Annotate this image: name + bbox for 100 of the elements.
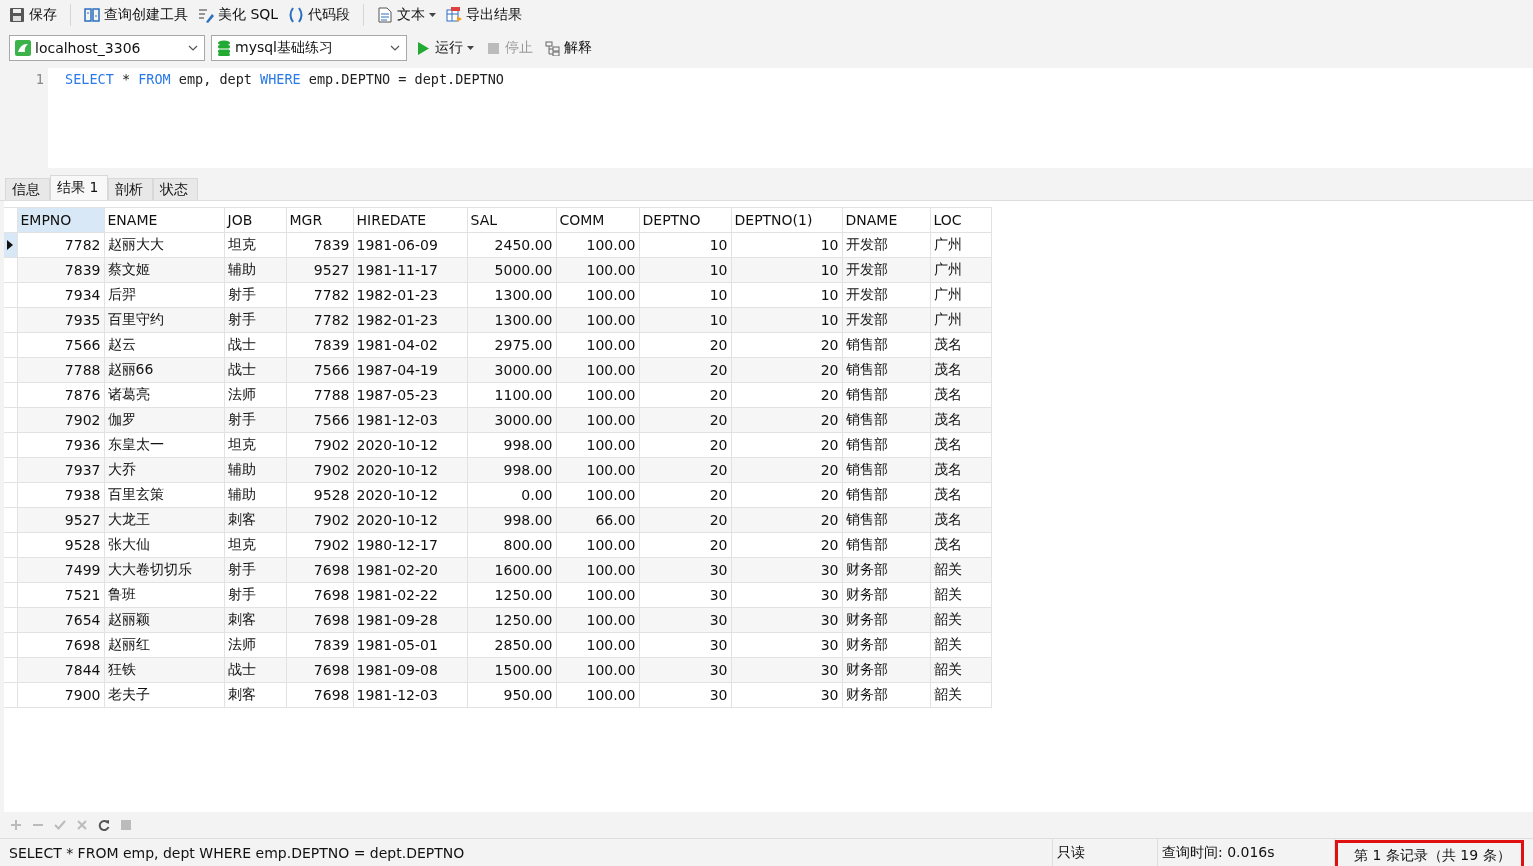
row-header[interactable] [4,257,17,283]
table-cell: 20 [731,507,842,533]
table-cell: 20 [731,457,842,483]
table-cell: 7788 [17,357,104,383]
table-cell: 销售部 [842,407,930,433]
row-header[interactable] [4,407,17,433]
table-cell: 3000.00 [467,407,556,433]
lines-brush-icon [198,7,214,23]
table-cell: 赵丽颖 [104,607,224,633]
row-header[interactable] [4,382,17,408]
row-header[interactable] [4,357,17,383]
table-cell: 战士 [224,332,286,358]
table-cell: 1981-11-17 [353,257,467,283]
toolbar-button[interactable]: 美化 SQL [195,4,282,26]
column-header[interactable]: JOB [224,207,286,233]
table-cell: 20 [639,357,731,383]
table-cell: 100.00 [556,257,639,283]
row-header[interactable] [4,482,17,508]
row-header[interactable] [4,507,17,533]
table-cell: 100.00 [556,632,639,658]
table-cell: 10 [731,282,842,308]
table-cell: 辅助 [224,482,286,508]
chevron-down-icon [390,45,400,51]
table-cell: 30 [731,682,842,708]
column-header[interactable]: DNAME [842,207,930,233]
table-cell: 7839 [286,332,353,358]
result-tab[interactable]: 状态 [153,178,199,200]
column-header[interactable]: EMPNO [17,207,104,233]
table-cell: 7900 [17,682,104,708]
table-cell: 10 [639,232,731,258]
toolbar-button[interactable]: 保存 [6,4,60,26]
parentheses-icon [288,7,305,23]
table-cell: 茂名 [930,482,991,508]
result-tab[interactable]: 剖析 [108,178,154,200]
table-cell: 20 [639,382,731,408]
grid-tool-button[interactable] [98,819,110,831]
table-cell: 30 [639,557,731,583]
toolbar-button[interactable]: 查询创建工具 [81,4,191,26]
column-header[interactable]: SAL [467,207,556,233]
table-cell: 20 [639,482,731,508]
table-cell: 7839 [286,632,353,658]
table-cell: 销售部 [842,507,930,533]
table-cell: 7876 [17,382,104,408]
sql-editor[interactable]: 1 SELECT * FROM emp, dept WHERE emp.DEPTNO = dept.DEPTNO [4,68,1533,168]
table-cell: 法师 [224,632,286,658]
row-header[interactable] [4,682,17,708]
toolbar-button[interactable]: 运行 [413,37,477,59]
column-header[interactable]: DEPTNO [639,207,731,233]
table-cell: 20 [639,507,731,533]
result-tab[interactable]: 信息 [5,178,50,200]
column-header[interactable]: HIREDATE [353,207,467,233]
row-header[interactable] [4,557,17,583]
column-header[interactable]: ENAME [104,207,224,233]
table-cell: 9528 [17,532,104,558]
table-cell: 30 [639,632,731,658]
database-dropdown[interactable]: mysql基础练习 [211,35,407,61]
table-cell: 7698 [286,582,353,608]
table-cell: 销售部 [842,532,930,558]
table-cell: 赵丽大大 [104,232,224,258]
table-cell: 茂名 [930,332,991,358]
table-cell: 韶关 [930,632,991,658]
row-header[interactable] [4,432,17,458]
toolbar-button[interactable]: 代码段 [285,4,354,26]
table-cell: 100.00 [556,657,639,683]
row-header[interactable] [4,332,17,358]
table-cell: 射手 [224,282,286,308]
table-cell: 100.00 [556,382,639,408]
row-header[interactable] [4,307,17,333]
toolbar-button[interactable]: 解释 [542,37,595,59]
toolbar-button[interactable]: 导出结果 [443,4,526,26]
row-header[interactable] [4,582,17,608]
row-header[interactable] [4,532,17,558]
row-header[interactable] [4,607,17,633]
table-cell: 赵丽红 [104,632,224,658]
result-tab[interactable]: 结果 1 [50,175,109,200]
table-cell: 0.00 [467,482,556,508]
column-header[interactable]: MGR [286,207,353,233]
table-cell: 蔡文姬 [104,257,224,283]
row-header[interactable] [4,657,17,683]
toolbar-button[interactable]: 文本 [374,4,440,26]
close-icon [76,819,88,831]
table-cell: 100.00 [556,307,639,333]
table-cell: 1100.00 [467,382,556,408]
row-header[interactable] [4,282,17,308]
table-cell: 财务部 [842,632,930,658]
row-header[interactable] [4,457,17,483]
column-header[interactable]: LOC [930,207,991,233]
column-header[interactable]: COMM [556,207,639,233]
table-cell: 20 [639,407,731,433]
table-cell: 销售部 [842,357,930,383]
table-cell: 2850.00 [467,632,556,658]
table-cell: 100.00 [556,282,639,308]
row-header[interactable] [4,632,17,658]
table-cell: 1981-02-20 [353,557,467,583]
table-cell: 销售部 [842,482,930,508]
table-cell: 坦克 [224,432,286,458]
table-cell: 998.00 [467,507,556,533]
connection-dropdown[interactable]: localhost_3306 [9,35,205,61]
column-header[interactable]: DEPTNO(1) [731,207,842,233]
table-cell: 东皇太一 [104,432,224,458]
